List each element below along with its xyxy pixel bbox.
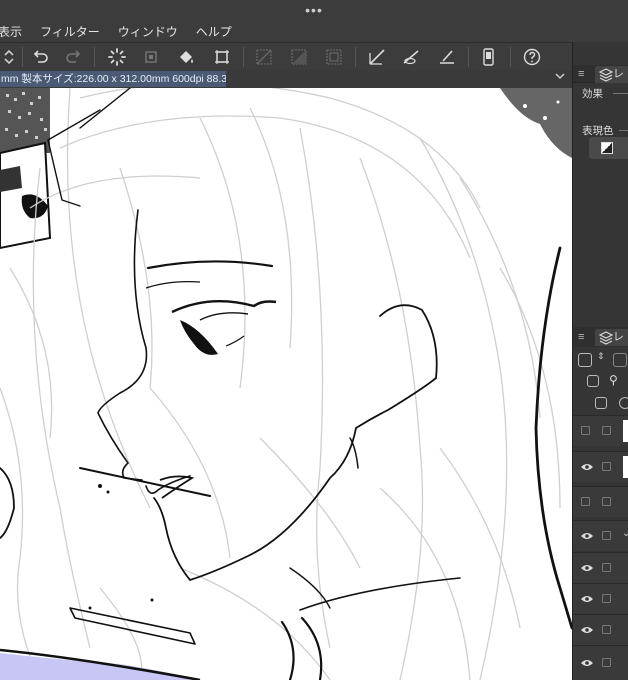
sketch-lines: [0, 88, 561, 680]
help-icon[interactable]: [521, 46, 543, 68]
toolbar-divider: [22, 47, 23, 67]
layer-row[interactable]: [573, 552, 628, 583]
layer-row[interactable]: [573, 614, 628, 645]
eye-icon[interactable]: [581, 532, 593, 540]
select-all-icon[interactable]: [323, 46, 345, 68]
lock-checkbox[interactable]: [602, 426, 611, 435]
select-transparent-icon[interactable]: [253, 46, 275, 68]
tab-layer-property[interactable]: レ: [595, 66, 628, 83]
expression-color-label: 表現色: [582, 125, 614, 137]
snap-special-ruler-icon[interactable]: [400, 46, 422, 68]
tab-label: レ: [613, 68, 624, 80]
expression-color-button[interactable]: [589, 137, 628, 159]
lock-checkbox[interactable]: [602, 462, 611, 471]
redo-icon[interactable]: [63, 46, 85, 68]
lock-checkbox[interactable]: [602, 497, 611, 506]
tab-label: レ: [613, 331, 624, 343]
lock-checkbox[interactable]: [602, 658, 611, 667]
clear-layer-icon[interactable]: [140, 46, 162, 68]
fill-icon[interactable]: [175, 46, 197, 68]
menu-item-window[interactable]: ウィンドウ: [118, 23, 178, 40]
command-bar: [0, 42, 572, 70]
eye-icon[interactable]: [581, 564, 593, 572]
toolbar-divider: [94, 47, 95, 67]
layer-row[interactable]: [573, 486, 628, 517]
layer-toolbar: ⇕ ⚲: [573, 347, 628, 415]
inked-face: [0, 88, 572, 680]
blend-mode-select[interactable]: [578, 353, 592, 367]
menu-item-view[interactable]: 表示: [0, 23, 22, 40]
tab-layer[interactable]: レ: [595, 329, 628, 346]
layer-row[interactable]: [573, 415, 628, 446]
eye-icon[interactable]: [581, 626, 593, 634]
layers-icon: [599, 68, 613, 82]
lock-checkbox[interactable]: [602, 563, 611, 572]
chevron-down-icon[interactable]: ⌄: [622, 528, 628, 539]
layer-panel-header: ≡ レ: [573, 327, 628, 347]
loading-icon[interactable]: [106, 46, 128, 68]
visibility-off-icon[interactable]: [581, 497, 590, 506]
new-layer-icon[interactable]: [587, 375, 599, 387]
layer-row[interactable]: [573, 451, 628, 482]
layers-icon: [599, 331, 613, 345]
document-tab[interactable]: mm 製本サイズ:226.00 x 312.00mm 600dpi 88.3%): [0, 71, 226, 87]
chevron-down-icon[interactable]: [554, 71, 566, 84]
layer-thumbnail: [623, 456, 628, 478]
menu-row: 表示 フィルター ウィンドウ ヘルプ: [0, 23, 232, 40]
layer-row[interactable]: [573, 645, 628, 680]
pin-icon[interactable]: ⚲: [609, 373, 618, 387]
menu-item-help[interactable]: ヘルプ: [196, 23, 232, 40]
mask-icon[interactable]: [595, 397, 607, 409]
device-icon[interactable]: [477, 46, 499, 68]
snap-grid-icon[interactable]: [436, 46, 458, 68]
panel-header: ≡ レ: [573, 65, 628, 83]
toolbar-divider: [510, 47, 511, 67]
right-panel: ≡ レ 効果 表現色 ≡ レ ⇕ ⚲ ⌄: [572, 42, 628, 680]
document-info-bar: mm 製本サイズ:226.00 x 312.00mm 600dpi 88.3%): [0, 70, 572, 88]
eye-icon[interactable]: [581, 595, 593, 603]
ruler-icon[interactable]: [619, 397, 628, 409]
toolbar-divider: [355, 47, 356, 67]
stepper-icon[interactable]: [0, 46, 20, 68]
opacity-field[interactable]: [613, 353, 627, 367]
color-swatch-icon: [601, 142, 613, 154]
eye-icon[interactable]: [581, 463, 593, 471]
visibility-off-icon[interactable]: [581, 426, 590, 435]
undo-icon[interactable]: [29, 46, 51, 68]
stepper-icon[interactable]: ⇕: [597, 351, 605, 362]
divider: [613, 93, 628, 94]
artwork: [0, 88, 572, 680]
lock-checkbox[interactable]: [602, 594, 611, 603]
effect-label: 効果: [582, 88, 603, 100]
lock-checkbox[interactable]: [602, 625, 611, 634]
menu-icon[interactable]: ≡: [578, 68, 584, 80]
transform-icon[interactable]: [211, 46, 233, 68]
layer-thumbnail: [623, 420, 628, 442]
drawing-canvas[interactable]: [0, 88, 572, 680]
toolbar-divider: [243, 47, 244, 67]
menu-icon[interactable]: ≡: [578, 331, 584, 343]
menu-item-filter[interactable]: フィルター: [40, 23, 100, 40]
eye-detail: [145, 281, 277, 355]
select-inverse-icon[interactable]: [288, 46, 310, 68]
lock-checkbox[interactable]: [602, 531, 611, 540]
snap-ruler-icon[interactable]: [366, 46, 388, 68]
window-dots[interactable]: •••: [0, 2, 628, 18]
toolbar-divider: [468, 47, 469, 67]
layer-row[interactable]: [573, 583, 628, 614]
menubar: ••• 表示 フィルター ウィンドウ ヘルプ: [0, 0, 628, 42]
color-fill: [0, 653, 200, 680]
layer-row[interactable]: ⌄: [573, 520, 628, 551]
divider: [619, 130, 628, 131]
eye-icon[interactable]: [581, 659, 593, 667]
app-window: ••• 表示 フィルター ウィンドウ ヘルプ mm 製本サイズ:226.00 x…: [0, 0, 628, 680]
background-shadow: [500, 88, 572, 158]
